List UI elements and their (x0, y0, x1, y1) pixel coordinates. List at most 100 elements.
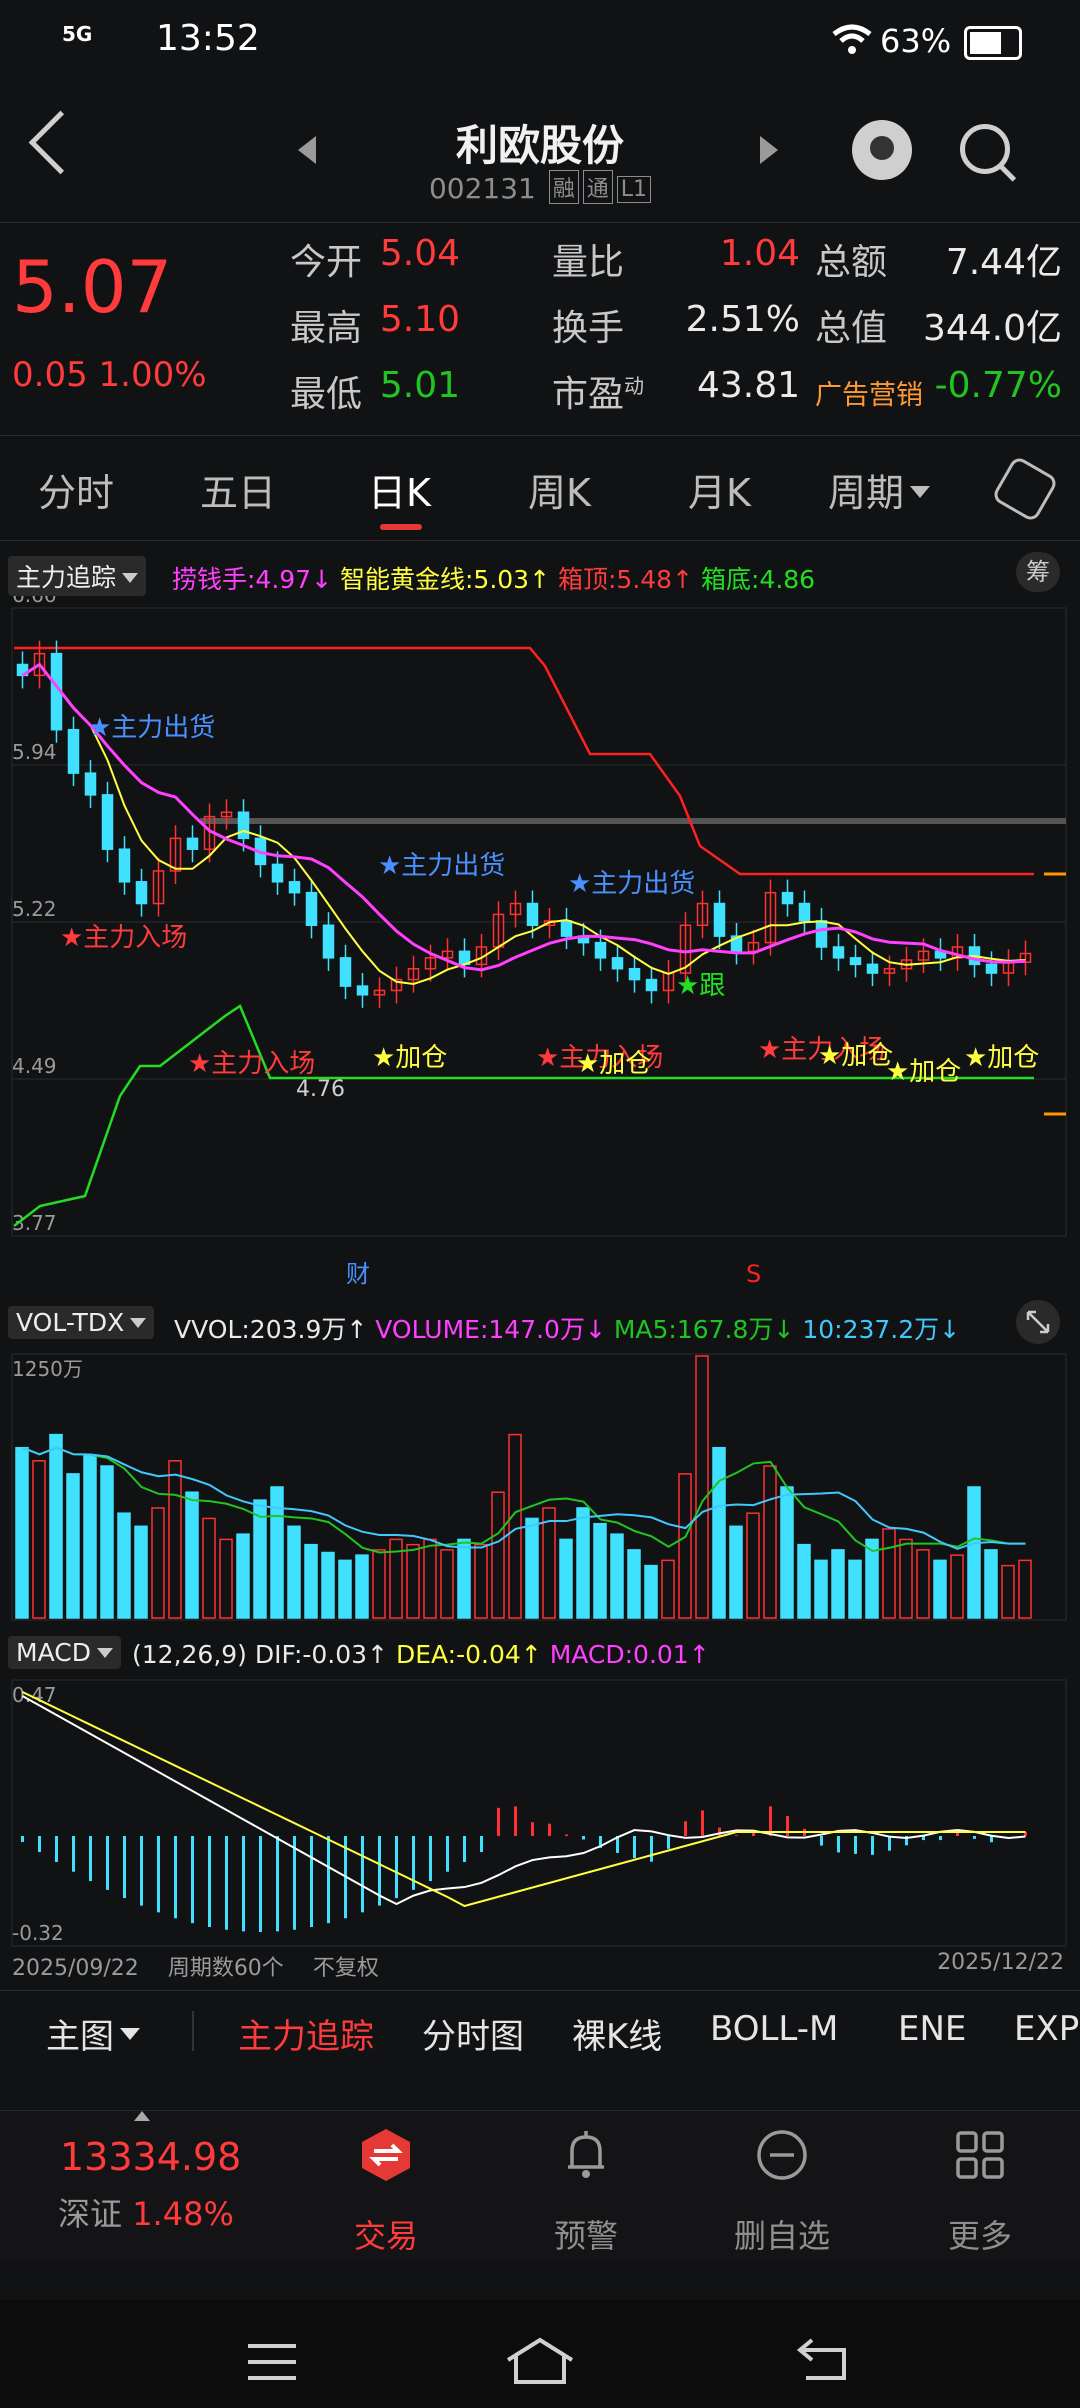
quote-value: -0.77% (934, 365, 1062, 406)
volume-bar (151, 1507, 165, 1619)
ind-golden-line: 智能黄金线:5.03↑ (340, 565, 551, 594)
signal-icon: 5G (62, 22, 93, 46)
y-axis-label: 4.49 (12, 1054, 57, 1078)
tab-period[interactable]: 周期 (828, 462, 931, 517)
volume-bar (219, 1538, 233, 1619)
tab-trade[interactable]: 交易 (286, 2211, 486, 2257)
bottom-tab-bar: 13334.98 深证 1.48% 交易 预警 删自选 更多 (0, 2110, 1080, 2261)
tag-tong: 通 (582, 170, 613, 204)
volume-bar (49, 1433, 63, 1619)
chart-annotation: ★加仓 (372, 1043, 447, 1073)
candle-body (866, 963, 879, 974)
change-value: 0.05 (12, 355, 88, 395)
tab-monthly-k[interactable]: 月K (688, 462, 751, 517)
chart-annotation: ★主力出货 (88, 713, 215, 743)
macd-indicator-select[interactable]: MACD (8, 1636, 121, 1669)
macd-chart[interactable]: 0.47-0.32 (0, 1676, 1080, 1950)
expand-up-icon[interactable] (134, 2111, 150, 2121)
tab-intraday[interactable]: 分时 (38, 462, 114, 517)
indicator-select[interactable]: 主力追踪 (8, 556, 147, 596)
search-icon[interactable] (960, 124, 1010, 174)
candle-body (339, 957, 352, 987)
volume-bar (627, 1549, 641, 1619)
volume-bar (950, 1554, 964, 1619)
tab-five-day[interactable]: 五日 (200, 462, 276, 517)
candle-body (322, 924, 335, 959)
tab-more[interactable]: 更多 (880, 2211, 1080, 2257)
vol-ma10: 10:237.2万↓ (802, 1315, 961, 1344)
chevron-down-icon (96, 1648, 113, 1658)
quote-value: 5.10 (379, 299, 460, 340)
remove-watchlist-icon[interactable] (754, 2127, 810, 2183)
tab-daily-k[interactable]: 日K (368, 462, 431, 517)
settings-icon[interactable] (990, 454, 1060, 524)
indicator-values: 捞钱手:4.97↓ 智能黄金线:5.03↑ 箱顶:5.48↑ 箱底:4.86 (172, 565, 816, 594)
mascot-icon[interactable] (852, 120, 912, 180)
candle-body (798, 902, 811, 922)
chart-annotation: ★加仓 (886, 1057, 961, 1087)
macd-dea-line (22, 1691, 1026, 1908)
volume-bar (848, 1559, 862, 1619)
candle-body (356, 985, 369, 996)
volume-bar (899, 1538, 913, 1619)
stock-title: 利欧股份 (455, 121, 624, 170)
grid-more-icon[interactable] (952, 2127, 1008, 2183)
chart-option-intraday[interactable]: 分时图 (422, 2009, 524, 2058)
quote-label: 换手 (552, 308, 625, 349)
volume-bar (100, 1465, 114, 1619)
index-name: 深证 (58, 2195, 123, 2233)
bell-icon[interactable] (558, 2127, 614, 2183)
period-count: 周期数60个 (167, 1956, 284, 1981)
trade-icon[interactable] (358, 2127, 414, 2183)
expand-icon[interactable] (1016, 1300, 1060, 1344)
chart-option-main-tracking[interactable]: 主力追踪 (238, 2009, 374, 2058)
macd-params: (12,26,9) (132, 1640, 247, 1669)
chart-option-ene[interactable]: ENE (898, 2009, 966, 2049)
volume-bar (678, 1473, 692, 1619)
low-price-label: 4.76 (296, 1077, 345, 1102)
kline-chart[interactable]: 6.665.945.224.493.774.76财S★主力出货★主力入场★主力入… (0, 596, 1080, 1296)
candle-body (67, 728, 80, 774)
candle-body (985, 963, 998, 974)
menu-icon[interactable] (244, 2340, 300, 2384)
candle-body (832, 946, 845, 959)
tab-remove-watchlist[interactable]: 删自选 (682, 2211, 882, 2257)
index-line[interactable]: 深证 1.48% (58, 2189, 234, 2235)
volume-bar (1018, 1559, 1032, 1619)
volume-bar (474, 1543, 488, 1619)
index-value[interactable]: 13334.98 (60, 2135, 241, 2179)
volume-max-label: 1250万 (12, 1357, 83, 1381)
volume-bar (83, 1454, 97, 1619)
tab-weekly-k[interactable]: 周K (528, 462, 591, 517)
chart-option-naked-k[interactable]: 裸K线 (572, 2009, 662, 2058)
change-percent: 1.00% (98, 355, 207, 395)
volume-values: VVOL:203.9万↑ VOLUME:147.0万↓ MA5:167.8万↓ … (174, 1310, 960, 1346)
chip-distribution-button[interactable]: 筹 (1016, 552, 1060, 592)
quote-panel: 5.07 0.05 1.00% 今开 5.04 量比 1.04 总额 7.44亿 最高 5.1… (0, 222, 1080, 436)
candle-body (594, 941, 607, 959)
chart-option-exp[interactable]: EXP (1014, 2009, 1079, 2049)
volume-chart[interactable]: 1250万 (0, 1346, 1080, 1626)
return-icon[interactable] (796, 2336, 852, 2384)
battery-level: 63% (880, 22, 952, 60)
candle-body (781, 891, 794, 905)
status-time: 13:52 (156, 18, 260, 59)
box-top-line (14, 646, 1034, 876)
status-bar: 5G 13:52 63% (0, 0, 1080, 80)
volume-bar (372, 1549, 386, 1619)
vol-ma5: MA5:167.8万↓ (613, 1315, 795, 1344)
volume-indicator-select[interactable]: VOL-TDX (8, 1306, 155, 1339)
quote-value: 2.51% (685, 299, 800, 340)
main-chart-select[interactable]: 主图 (46, 2009, 140, 2058)
tab-alert[interactable]: 预警 (486, 2211, 686, 2257)
price-change: 0.05 1.00% (12, 355, 207, 395)
volume-bar (491, 1491, 505, 1619)
macd-dif-line (22, 1695, 1026, 1906)
volume-bar (661, 1559, 675, 1619)
home-icon[interactable] (504, 2336, 576, 2388)
active-tab-underline (380, 524, 422, 530)
chart-option-boll[interactable]: BOLL-M (710, 2009, 838, 2049)
chevron-down-icon (122, 573, 139, 583)
quote-value: 1.04 (719, 233, 800, 274)
candle-body (101, 794, 114, 850)
